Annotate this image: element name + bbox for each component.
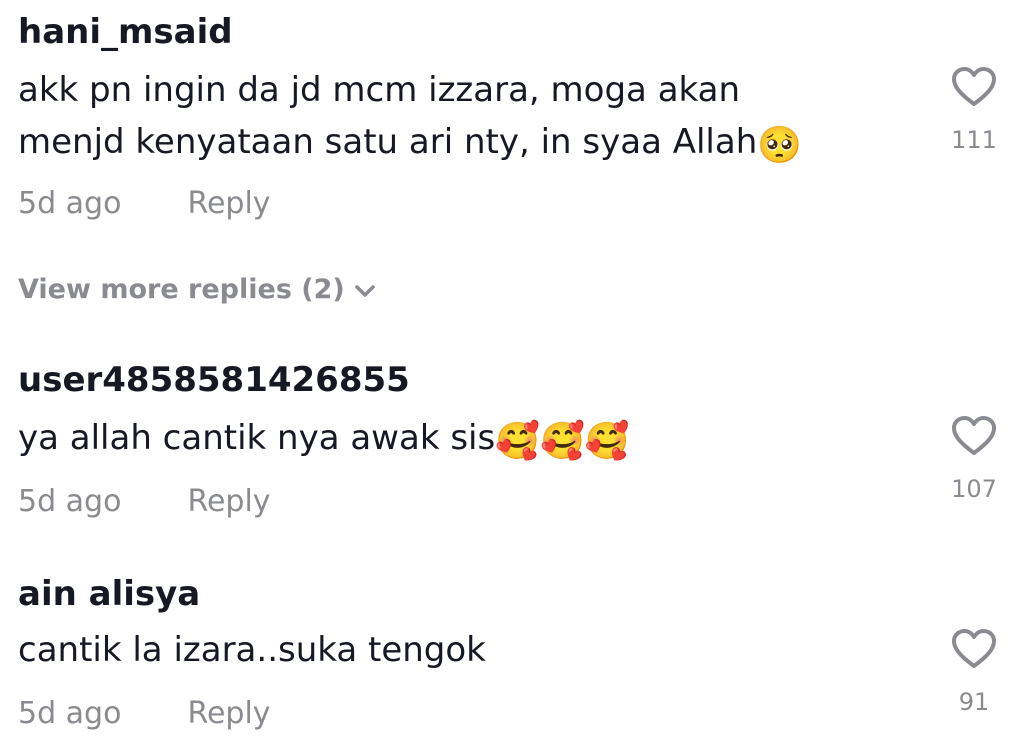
comment-timestamp: 5d ago: [18, 696, 122, 731]
pleading-face-emoji: 🥺: [757, 125, 803, 166]
chevron-down-icon: [355, 284, 375, 297]
like-button[interactable]: 111: [944, 66, 1004, 154]
comment-timestamp: 5d ago: [18, 186, 122, 221]
comment-text-line: menjd kenyataan satu ari nty, in syaa Al…: [18, 122, 758, 162]
comment-text: ya allah cantik nya awak sis🥰🥰🥰: [18, 412, 918, 464]
comment-text-line: cantik la izara..suka tengok: [18, 630, 486, 670]
view-more-replies-label: View more replies (2): [18, 274, 345, 305]
like-count: 91: [958, 688, 990, 716]
reply-button[interactable]: Reply: [187, 186, 270, 221]
reply-button[interactable]: Reply: [187, 696, 270, 731]
comment-username[interactable]: user4858581426855: [18, 360, 410, 400]
comment-text-line: akk pn ingin da jd mcm izzara, moga akan: [18, 70, 741, 110]
like-count: 111: [951, 126, 997, 154]
like-button[interactable]: 107: [944, 415, 1004, 503]
heart-outline-icon: [952, 629, 996, 668]
heart-outline-icon: [952, 416, 996, 455]
comment-timestamp: 5d ago: [18, 484, 122, 519]
like-button[interactable]: 91: [944, 628, 1004, 716]
view-more-replies-button[interactable]: View more replies (2): [18, 274, 377, 305]
comment-username[interactable]: ain alisya: [18, 574, 200, 614]
comment-meta: 5d ago Reply: [18, 484, 271, 520]
comment-text-line: ya allah cantik nya awak sis: [18, 418, 496, 458]
comment-meta: 5d ago Reply: [18, 186, 271, 222]
smiling-face-with-hearts-emoji: 🥰🥰🥰: [495, 421, 630, 462]
heart-outline-icon: [952, 67, 996, 106]
comment-meta: 5d ago Reply: [18, 696, 271, 732]
comment-text: akk pn ingin da jd mcm izzara, moga akan…: [18, 64, 918, 168]
like-count: 107: [951, 475, 997, 503]
comment-text: cantik la izara..suka tengok: [18, 624, 918, 676]
comment-username[interactable]: hani_msaid: [18, 12, 233, 52]
reply-button[interactable]: Reply: [187, 484, 270, 519]
